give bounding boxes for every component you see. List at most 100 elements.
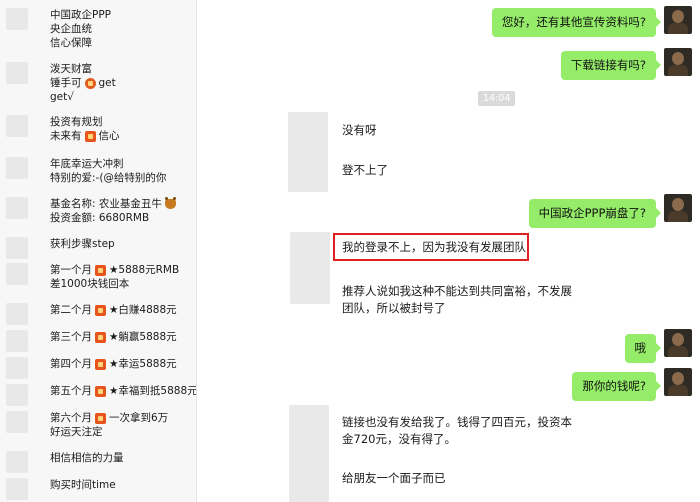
- entry-line: 第三个月 ★躺赢5888元: [50, 330, 177, 344]
- entry-line-text: 基金名称: 农业基金丑牛: [50, 198, 162, 210]
- calendar-icon: [95, 385, 106, 397]
- message-text: 登不上了: [342, 163, 388, 177]
- entry-line: 购买时间time: [50, 478, 116, 492]
- user-avatar[interactable]: [664, 6, 692, 34]
- entry-line: 未来有 信心: [50, 129, 120, 143]
- entry-line: 特别的爱:-(@给特别的你: [50, 171, 166, 185]
- entry-line-text: 投资有规划: [50, 116, 103, 128]
- message-text: 我的登录不上，因为我没有发展团队: [342, 240, 526, 254]
- entry-line-text: ★5888元RMB: [109, 264, 180, 276]
- entry-line: 获利步骤step: [50, 237, 115, 251]
- entry-line: 投资有规划: [50, 115, 120, 129]
- entry-line: 第二个月 ★白赚4888元: [50, 303, 177, 317]
- entry-avatar: [6, 357, 28, 379]
- entry-line-text: get√: [50, 91, 74, 103]
- entry-line: 中国政企PPP: [50, 8, 111, 22]
- message-text: 中国政企PPP崩盘了?: [538, 206, 646, 220]
- chat-bubble-outgoing[interactable]: 中国政企PPP崩盘了?: [528, 199, 662, 228]
- contact-avatar[interactable]: [288, 112, 328, 192]
- entry-line-text: 第六个月: [50, 412, 92, 424]
- entry-avatar: [6, 8, 28, 30]
- text-entry: 投资有规划 未来有 信心: [50, 115, 120, 143]
- entry-line: get√: [50, 90, 116, 104]
- entry-line: 差1000块钱回本: [50, 277, 179, 291]
- text-entry: 第四个月 ★幸运5888元: [50, 357, 177, 371]
- text-entry: 相信相信的力量: [50, 451, 124, 465]
- entry-line-text: 第四个月: [50, 358, 92, 370]
- message-text: 您好，还有其他宣传资料吗?: [501, 15, 646, 29]
- contact-avatar[interactable]: [289, 405, 329, 502]
- entry-avatar: [6, 62, 28, 84]
- text-entry: 年底幸运大冲刺 特别的爱:-(@给特别的你: [50, 157, 166, 185]
- chat-bubble-outgoing[interactable]: 您好，还有其他宣传资料吗?: [491, 8, 662, 37]
- entry-line-text: ★白赚4888元: [109, 304, 177, 316]
- calendar-icon: [95, 358, 106, 370]
- entry-line-text: 购买时间time: [50, 479, 116, 491]
- entry-line-text: 特别的爱:-(@给特别的你: [50, 172, 167, 184]
- entry-line: 泼天财富: [50, 62, 116, 76]
- entry-line: 投资金额: 6680RMB: [50, 211, 176, 225]
- text-entry: 第一个月 ★5888元RMB 差1000块钱回本: [50, 263, 179, 291]
- left-text-panel: 中国政企PPP 央企血统 信心保障泼天财富锤手可 get get√ 投资有规划 未来有 信心年…: [0, 0, 197, 502]
- message-text: 给朋友一个面子而已: [342, 471, 446, 485]
- entry-line-text: 锤手可: [50, 77, 82, 89]
- entry-line-text: 第三个月: [50, 331, 92, 343]
- entry-avatar: [6, 384, 28, 406]
- text-entry: 第五个月 ★幸福到抵5888元: [50, 384, 197, 398]
- entry-line-text: 信心保障: [50, 37, 92, 49]
- contact-avatar[interactable]: [290, 232, 330, 304]
- entry-line-text: 第一个月: [50, 264, 92, 276]
- entry-line-text: 投资金额: 6680RMB: [50, 212, 150, 224]
- entry-line: 央企血统: [50, 22, 111, 36]
- text-entry: 获利步骤step: [50, 237, 115, 251]
- entry-line: 第五个月 ★幸福到抵5888元: [50, 384, 197, 398]
- calendar-icon: [95, 304, 106, 316]
- ox-icon: [164, 197, 176, 209]
- entry-line: 锤手可 get: [50, 76, 116, 90]
- timestamp: 14:04: [478, 91, 516, 106]
- entry-line-text: ★躺赢5888元: [109, 331, 177, 343]
- user-avatar[interactable]: [664, 194, 692, 222]
- entry-line: 第四个月 ★幸运5888元: [50, 357, 177, 371]
- entry-avatar: [6, 237, 28, 259]
- entry-line-text: 一次拿到6万: [109, 412, 169, 424]
- text-entry: 泼天财富锤手可 get get√: [50, 62, 116, 104]
- entry-avatar: [6, 303, 28, 325]
- message-text: 推荐人说如我这种不能达到共同富裕，不发展团队，所以被封号了: [342, 284, 572, 315]
- entry-avatar: [6, 263, 28, 285]
- text-entry: 基金名称: 农业基金丑牛 投资金额: 6680RMB: [50, 197, 176, 225]
- entry-line-text: 好运天注定: [50, 426, 103, 438]
- entry-line-text: get: [98, 77, 116, 89]
- calendar-icon: [84, 130, 96, 142]
- chat-bubble-outgoing[interactable]: 哦: [624, 334, 661, 363]
- entry-avatar: [6, 478, 28, 500]
- entry-line-text: ★幸运5888元: [109, 358, 177, 370]
- user-avatar[interactable]: [664, 368, 692, 396]
- entry-line-text: 第五个月: [50, 385, 92, 397]
- entry-avatar: [6, 157, 28, 179]
- entry-line-text: 第二个月: [50, 304, 92, 316]
- entry-line: 相信相信的力量: [50, 451, 124, 465]
- entry-avatar: [6, 197, 28, 219]
- message-text: 没有呀: [342, 123, 377, 137]
- entry-line-text: 差1000块钱回本: [50, 278, 130, 290]
- text-entry: 第三个月 ★躺赢5888元: [50, 330, 177, 344]
- coin-icon: [84, 77, 96, 89]
- entry-line: 第一个月 ★5888元RMB: [50, 263, 179, 277]
- message-text: 下载链接有吗?: [570, 58, 646, 72]
- chat-bubble-outgoing[interactable]: 下载链接有吗?: [560, 51, 662, 80]
- entry-line-text: 泼天财富: [50, 63, 92, 75]
- text-entry: 第二个月 ★白赚4888元: [50, 303, 177, 317]
- user-avatar[interactable]: [664, 329, 692, 357]
- entry-avatar: [6, 330, 28, 352]
- timestamp-text: 14:04: [483, 93, 511, 104]
- chat-bubble-outgoing[interactable]: 那你的钱呢?: [572, 372, 661, 401]
- entry-line: 信心保障: [50, 36, 111, 50]
- entry-line-text: 中国政企PPP: [50, 9, 111, 21]
- calendar-icon: [95, 331, 106, 343]
- text-entry: 中国政企PPP 央企血统 信心保障: [50, 8, 111, 50]
- entry-line-text: ★幸福到抵5888元: [109, 385, 197, 397]
- entry-line-text: 未来有: [50, 130, 82, 142]
- text-entry: 购买时间time: [50, 478, 116, 492]
- user-avatar[interactable]: [664, 48, 692, 76]
